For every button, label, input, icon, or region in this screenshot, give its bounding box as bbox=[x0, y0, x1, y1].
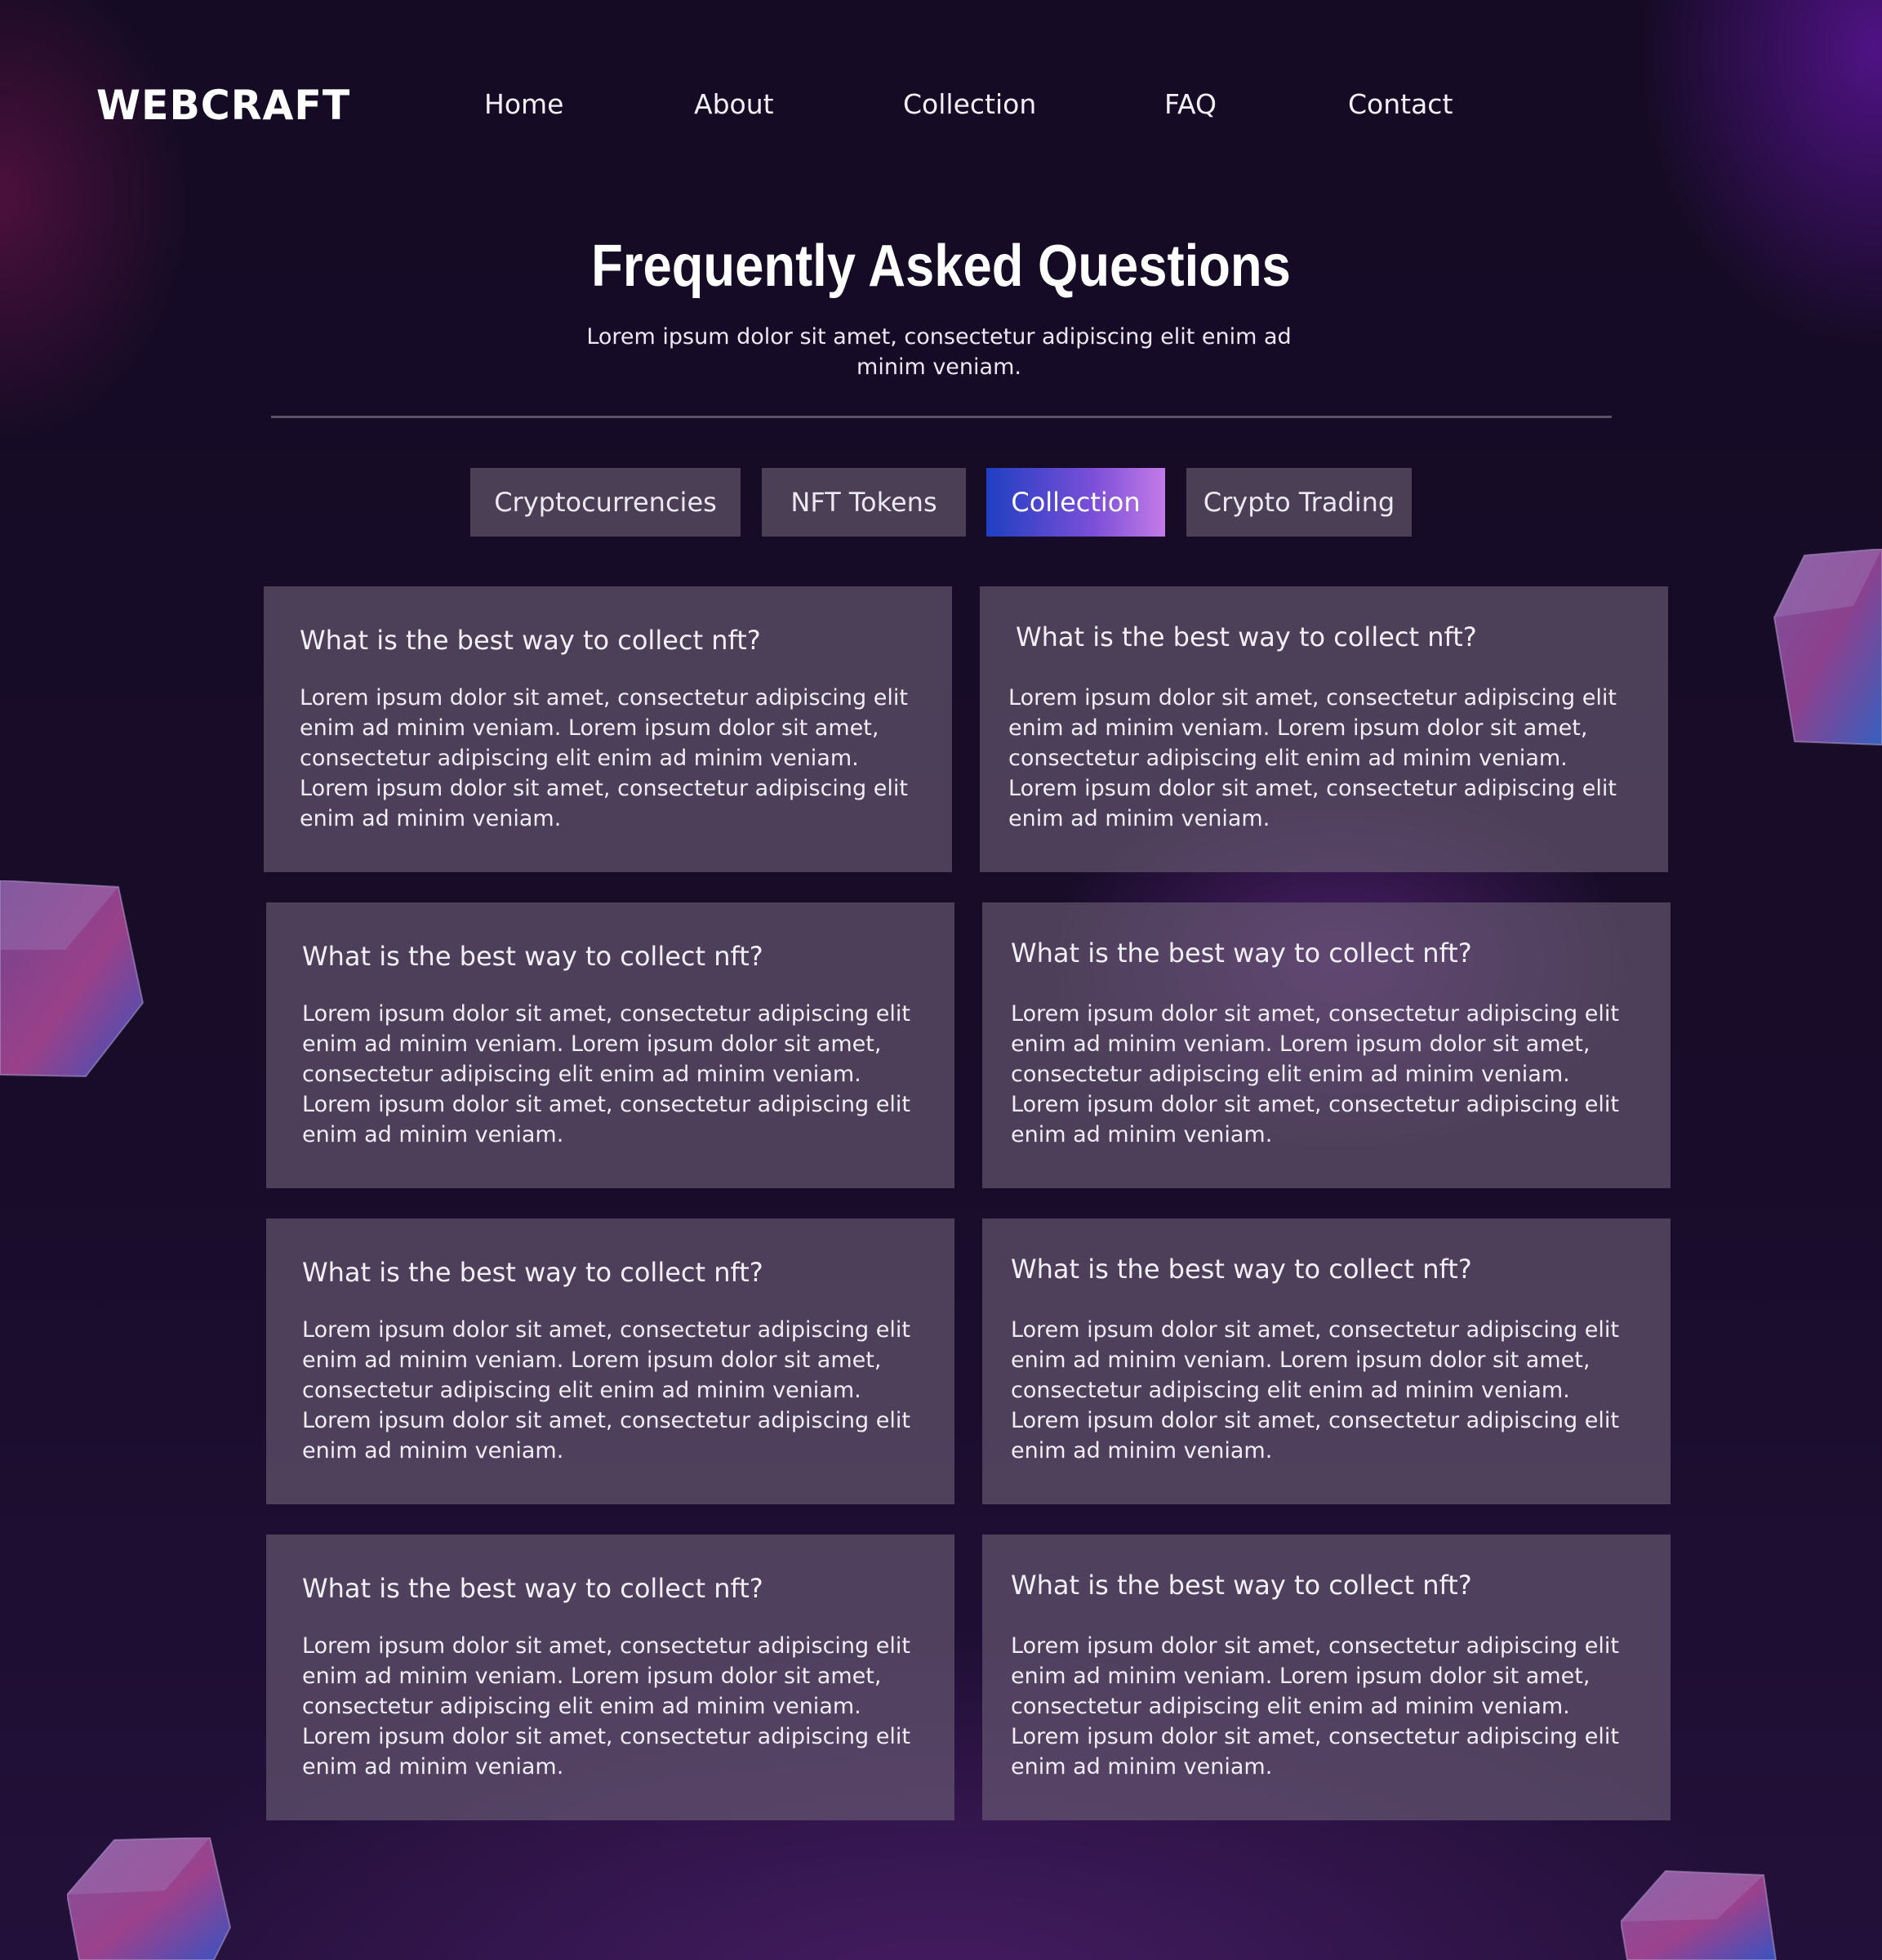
nav-collection-link[interactable]: Collection bbox=[903, 88, 1036, 120]
faq-question: What is the best way to collect nft? bbox=[300, 625, 761, 656]
faq-card[interactable]: What is the best way to collect nft? Lor… bbox=[982, 902, 1671, 1188]
faq-question: What is the best way to collect nft? bbox=[302, 941, 763, 972]
glass-cube-icon bbox=[0, 880, 145, 1078]
page-subtitle: Lorem ipsum dolor sit amet, consectetur … bbox=[586, 324, 1292, 380]
site-logo[interactable]: WEBCRAFT bbox=[96, 82, 350, 129]
faq-card[interactable]: What is the best way to collect nft? Lor… bbox=[266, 1218, 954, 1504]
faq-question: What is the best way to collect nft? bbox=[302, 1573, 763, 1604]
page-title: Frequently Asked Questions bbox=[591, 234, 1291, 299]
faq-answer: Lorem ipsum dolor sit amet, consectetur … bbox=[302, 1633, 910, 1780]
faq-card[interactable]: What is the best way to collect nft? Lor… bbox=[982, 1535, 1671, 1820]
faq-card[interactable]: What is the best way to collect nft? Lor… bbox=[266, 902, 954, 1188]
faq-question: What is the best way to collect nft? bbox=[1011, 1254, 1472, 1285]
nav-home-link[interactable]: Home bbox=[484, 88, 563, 120]
faq-card[interactable]: What is the best way to collect nft? Lor… bbox=[980, 586, 1668, 872]
glass-cube-icon bbox=[1621, 1869, 1777, 1960]
glass-cube-icon bbox=[67, 1838, 232, 1960]
faq-card[interactable]: What is the best way to collect nft? Lor… bbox=[264, 586, 952, 872]
nav-about-link[interactable]: About bbox=[694, 88, 774, 120]
section-divider bbox=[271, 416, 1612, 418]
faq-answer: Lorem ipsum dolor sit amet, consectetur … bbox=[1011, 1317, 1619, 1463]
faq-question: What is the best way to collect nft? bbox=[1011, 938, 1472, 969]
faq-card[interactable]: What is the best way to collect nft? Lor… bbox=[982, 1218, 1671, 1504]
faq-question: What is the best way to collect nft? bbox=[1011, 1570, 1472, 1601]
faq-answer: Lorem ipsum dolor sit amet, consectetur … bbox=[302, 1317, 910, 1463]
glass-cube-icon bbox=[1773, 549, 1882, 746]
faq-answer: Lorem ipsum dolor sit amet, consectetur … bbox=[302, 1001, 910, 1147]
nav-faq-link[interactable]: FAQ bbox=[1164, 88, 1217, 120]
nav-contact-link[interactable]: Contact bbox=[1348, 88, 1453, 120]
tab-cryptocurrencies[interactable]: Cryptocurrencies bbox=[470, 468, 741, 537]
tab-nft-tokens[interactable]: NFT Tokens bbox=[762, 468, 966, 537]
faq-answer: Lorem ipsum dolor sit amet, consectetur … bbox=[1011, 1633, 1619, 1780]
faq-answer: Lorem ipsum dolor sit amet, consectetur … bbox=[1011, 1001, 1619, 1147]
tab-collection[interactable]: Collection bbox=[986, 468, 1165, 537]
faq-answer: Lorem ipsum dolor sit amet, consectetur … bbox=[300, 685, 908, 831]
tab-crypto-trading[interactable]: Crypto Trading bbox=[1186, 468, 1412, 537]
faq-question: What is the best way to collect nft? bbox=[302, 1257, 763, 1288]
faq-question: What is the best way to collect nft? bbox=[1016, 621, 1477, 653]
faq-card[interactable]: What is the best way to collect nft? Lor… bbox=[266, 1535, 954, 1820]
faq-answer: Lorem ipsum dolor sit amet, consectetur … bbox=[1008, 685, 1617, 831]
